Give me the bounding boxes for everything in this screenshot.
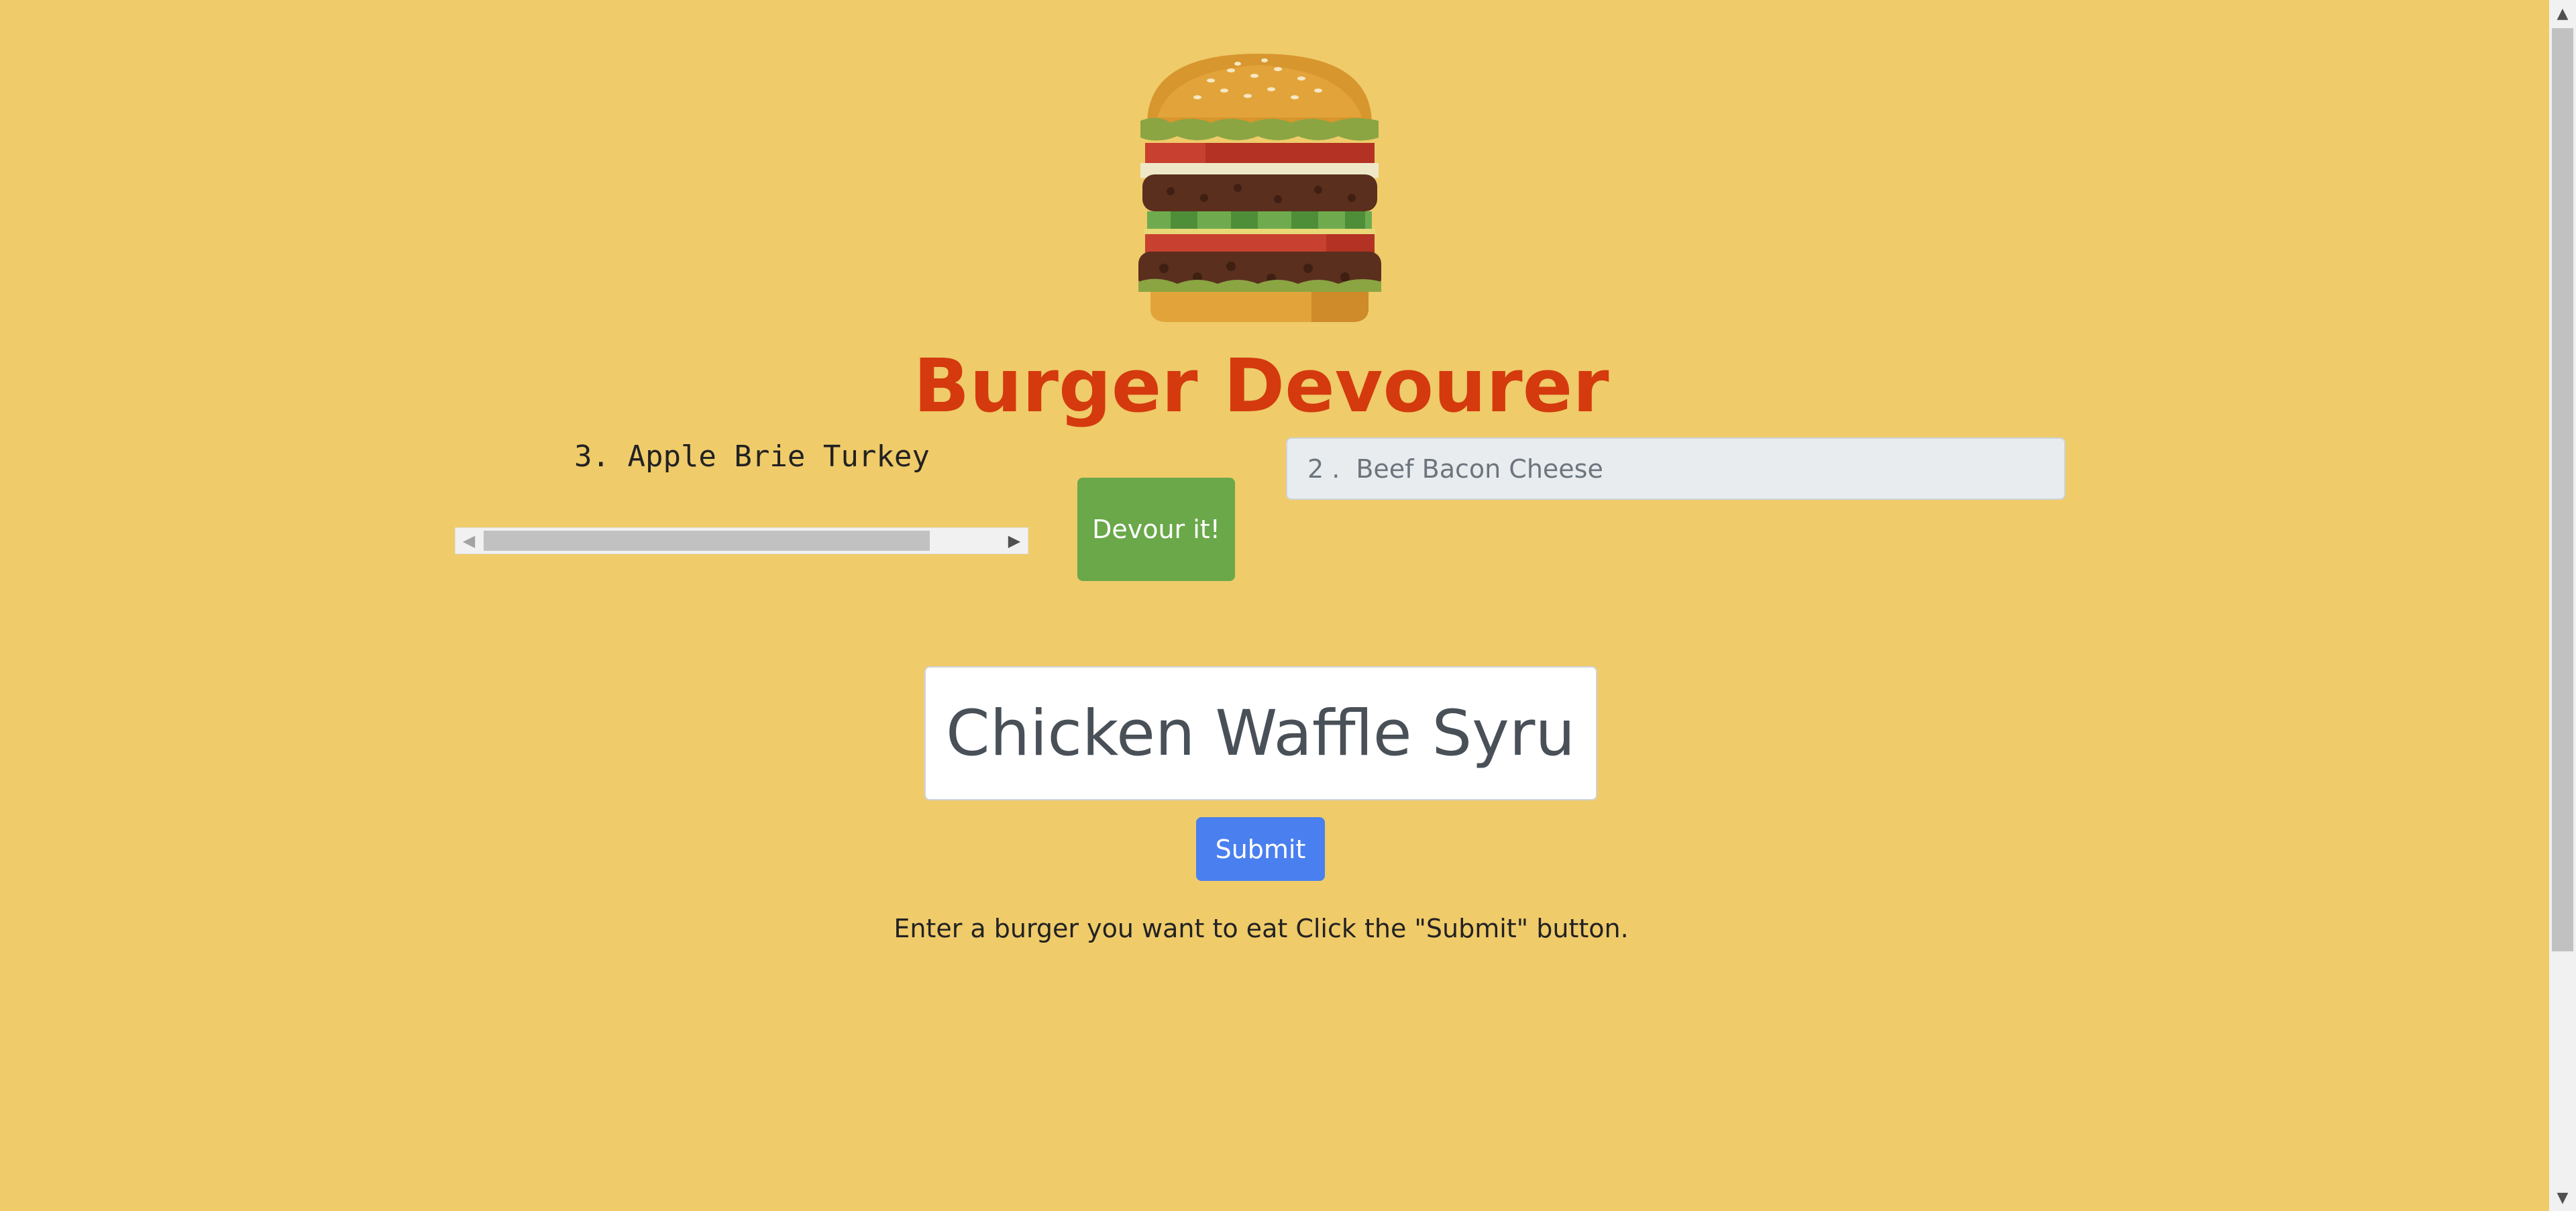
horizontal-scrollbar[interactable]: ◀ ▶ bbox=[455, 527, 1028, 554]
instructions-text: Enter a burger you want to eat Click the… bbox=[894, 914, 1629, 943]
page-scrollbar[interactable]: ▲ ▼ bbox=[2549, 0, 2576, 1211]
submit-button[interactable]: Submit bbox=[1196, 817, 1325, 881]
burger-name-input[interactable] bbox=[924, 666, 1597, 800]
queued-burger-number: 2 . bbox=[1307, 454, 1340, 484]
devoured-burger-item: 3. Apple Brie Turkey bbox=[574, 439, 930, 474]
scroll-right-arrow-icon[interactable]: ▶ bbox=[1001, 528, 1028, 554]
devour-button[interactable]: Devour it! bbox=[1077, 478, 1235, 581]
page-scrollbar-thumb[interactable] bbox=[2552, 28, 2573, 951]
scrollbar-thumb[interactable] bbox=[484, 531, 930, 551]
queued-burger-name: Beef Bacon Cheese bbox=[1356, 454, 1603, 484]
queued-burger-field: 2 . Beef Bacon Cheese bbox=[1286, 437, 2065, 500]
scroll-left-arrow-icon[interactable]: ◀ bbox=[455, 528, 482, 554]
scroll-down-arrow-icon[interactable]: ▼ bbox=[2549, 1184, 2576, 1211]
scroll-up-arrow-icon[interactable]: ▲ bbox=[2549, 0, 2576, 27]
page: Burger Devourer 3. Apple Brie Turkey ◀ ▶… bbox=[0, 0, 2576, 1211]
burger-icon bbox=[1138, 54, 1381, 322]
page-title: Burger Devourer bbox=[913, 343, 1609, 429]
